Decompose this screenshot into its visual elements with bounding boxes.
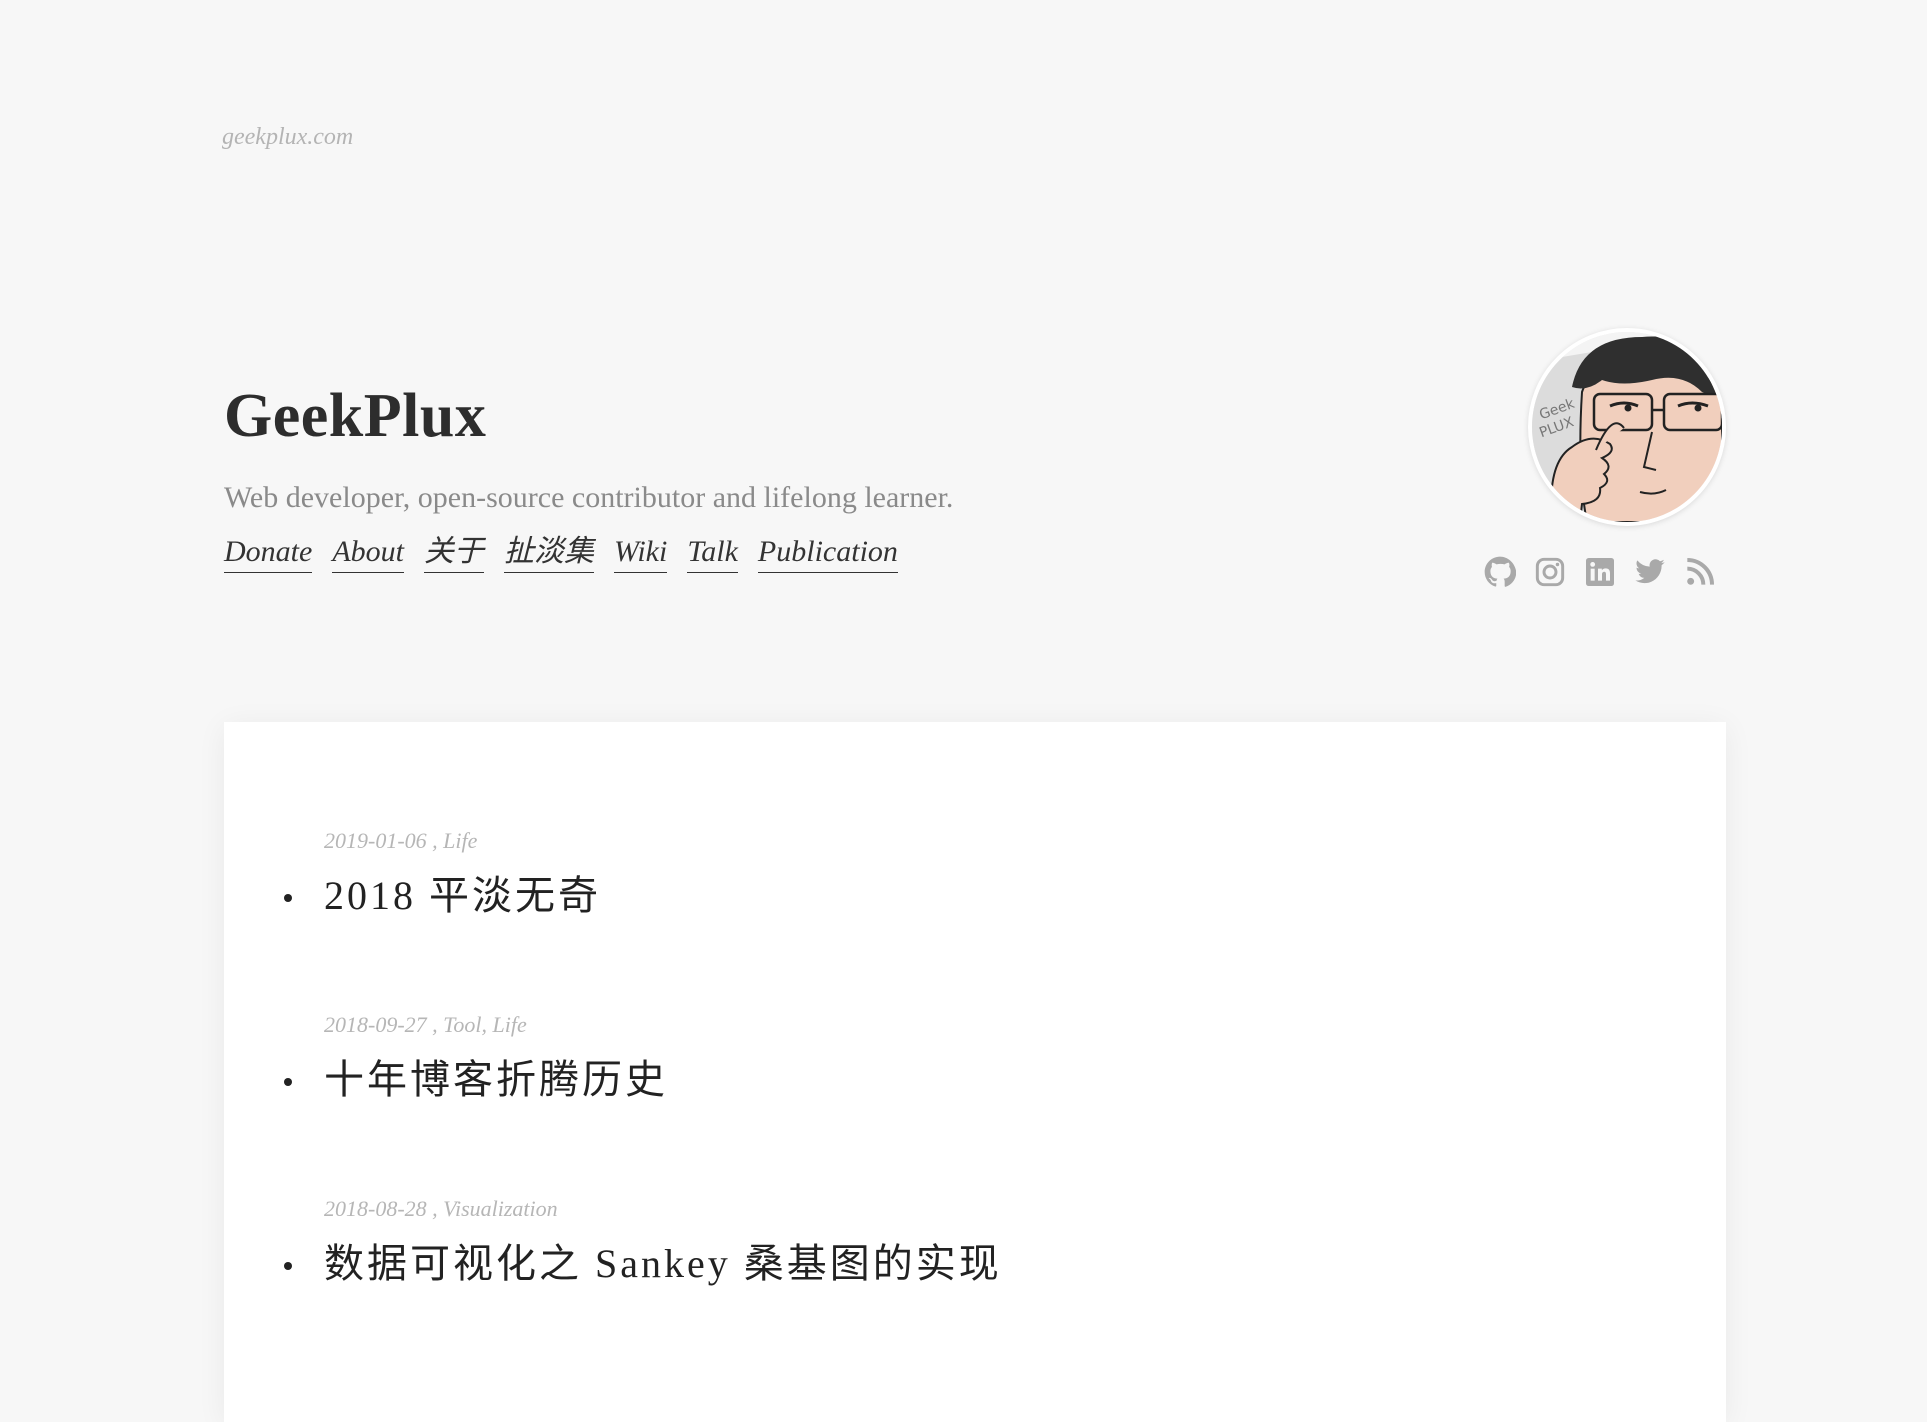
linkedin-icon[interactable] (1584, 556, 1616, 588)
post-title-link[interactable]: 数据可视化之 Sankey 桑基图的实现 (324, 1234, 1002, 1294)
post-title-link[interactable]: 2018 平淡无奇 (324, 866, 601, 926)
post-meta: 2018-08-28 , Visualization (324, 1196, 558, 1221)
nav-talk[interactable]: Talk (687, 534, 738, 573)
twitter-icon[interactable] (1634, 556, 1666, 588)
post-list-card: 2019-01-06 , Life 2018 平淡无奇 2018-09-27 ,… (224, 722, 1726, 1422)
bullet-icon (284, 894, 292, 902)
nav-about-zh[interactable]: 关于 (424, 534, 484, 573)
post-meta: 2019-01-06 , Life (324, 828, 478, 853)
github-icon[interactable] (1484, 556, 1516, 588)
avatar-illustration-icon: Geek PLUX (1532, 332, 1722, 522)
post-meta: 2018-09-27 , Tool, Life (324, 1012, 527, 1037)
nav-donate[interactable]: Donate (224, 534, 313, 573)
bullet-icon (284, 1262, 292, 1270)
avatar[interactable]: Geek PLUX (1528, 328, 1726, 526)
site-tagline: Web developer, open-source contributor a… (224, 481, 954, 514)
nav-wiki[interactable]: Wiki (614, 534, 668, 573)
nav-publication[interactable]: Publication (757, 534, 898, 573)
nav-about[interactable]: About (332, 534, 404, 573)
instagram-icon[interactable] (1534, 556, 1566, 588)
nav-chedanji[interactable]: 扯淡集 (504, 534, 594, 573)
rss-icon[interactable] (1684, 556, 1716, 588)
site-url-link[interactable]: geekplux.com (222, 124, 353, 151)
social-links (1484, 556, 1716, 588)
site-title: GeekPlux (224, 382, 487, 450)
bullet-icon (284, 1078, 292, 1086)
site-header: GeekPlux Web developer, open-source cont… (224, 380, 1724, 573)
post-title-link[interactable]: 十年博客折腾历史 (324, 1050, 668, 1110)
